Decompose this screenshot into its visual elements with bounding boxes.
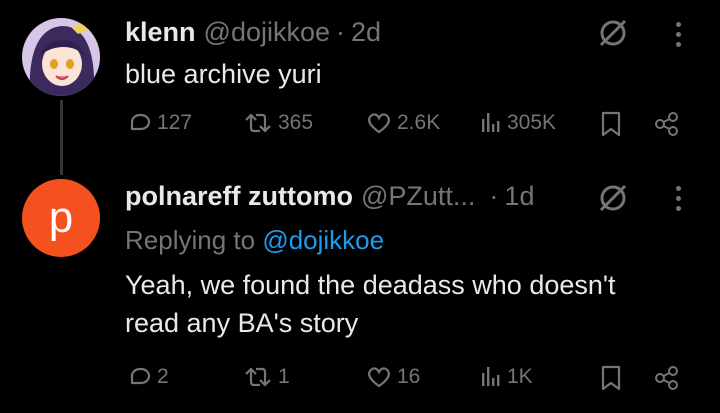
bookmark-button[interactable] — [599, 364, 623, 392]
author-handle[interactable]: @PZutt... — [361, 181, 475, 212]
action-bar: 127 365 2.6K 305K — [125, 110, 695, 144]
share-button[interactable] — [653, 110, 681, 138]
heart-icon — [368, 113, 390, 134]
tweet-text: blue archive yuri — [125, 59, 322, 89]
avatar-letter: p — [48, 193, 74, 242]
more-options-icon[interactable] — [676, 22, 684, 52]
mute-icon[interactable] — [596, 16, 630, 50]
share-button[interactable] — [653, 364, 681, 392]
replying-to-handle[interactable]: @dojikkoe — [262, 225, 384, 255]
tweet-text-line: read any BA's story — [125, 308, 359, 338]
replying-to-prefix: Replying to — [125, 225, 256, 255]
tweet-header: klenn @dojikkoe · 2d — [125, 17, 381, 48]
bookmark-icon — [601, 365, 621, 391]
author-name[interactable]: polnareff zuttomo — [125, 181, 353, 212]
retweet-icon — [245, 113, 271, 133]
separator: · — [489, 181, 499, 211]
like-count: 16 — [397, 365, 421, 388]
retweet-button[interactable]: 365 — [242, 110, 313, 136]
avatar[interactable] — [22, 18, 100, 96]
reply-icon — [130, 113, 151, 131]
reply-button[interactable]: 127 — [127, 110, 192, 136]
author-handle[interactable]: @dojikkoe — [204, 17, 330, 48]
tweet-reply[interactable]: p polnareff zuttomo @PZutt... · 1d Reply… — [0, 175, 720, 413]
anime-avatar-icon — [22, 18, 100, 96]
bookmark-icon — [601, 111, 621, 137]
analytics-icon — [482, 367, 500, 386]
like-button[interactable]: 2.6K — [365, 110, 440, 136]
like-count: 2.6K — [397, 111, 441, 134]
views-button[interactable]: 305K — [479, 110, 556, 136]
share-icon — [655, 112, 678, 136]
share-icon — [655, 366, 678, 390]
retweet-icon — [245, 367, 271, 387]
retweet-count: 365 — [278, 111, 314, 134]
tweet-original[interactable]: klenn @dojikkoe · 2d blue archive yuri 1… — [0, 0, 720, 175]
separator: · — [336, 17, 346, 47]
more-options-icon[interactable] — [676, 186, 684, 216]
thread-line — [60, 100, 63, 175]
reply-button[interactable]: 2 — [127, 364, 169, 390]
views-button[interactable]: 1K — [479, 364, 533, 390]
heart-icon — [368, 367, 390, 388]
replying-to: Replying to @dojikkoe — [125, 225, 384, 256]
retweet-count: 1 — [278, 365, 290, 388]
timestamp[interactable]: 2d — [351, 17, 381, 48]
author-name[interactable]: klenn — [125, 17, 196, 48]
analytics-icon — [482, 113, 500, 132]
reply-icon — [130, 367, 151, 385]
tweet-header: polnareff zuttomo @PZutt... · 1d — [125, 181, 534, 212]
bookmark-button[interactable] — [599, 110, 623, 138]
timestamp[interactable]: 1d — [504, 181, 534, 212]
view-count: 1K — [507, 365, 533, 388]
reply-count: 127 — [157, 111, 193, 134]
like-button[interactable]: 16 — [365, 364, 420, 390]
tweet-text: Yeah, we found the deadass who doesn't r… — [125, 266, 616, 342]
retweet-button[interactable]: 1 — [242, 364, 290, 390]
avatar[interactable]: p — [22, 179, 100, 257]
tweet-text-line: Yeah, we found the deadass who doesn't — [125, 270, 616, 300]
mute-icon[interactable] — [596, 181, 630, 215]
action-bar: 2 1 16 1K — [125, 364, 695, 398]
reply-count: 2 — [157, 365, 169, 388]
view-count: 305K — [507, 111, 557, 134]
